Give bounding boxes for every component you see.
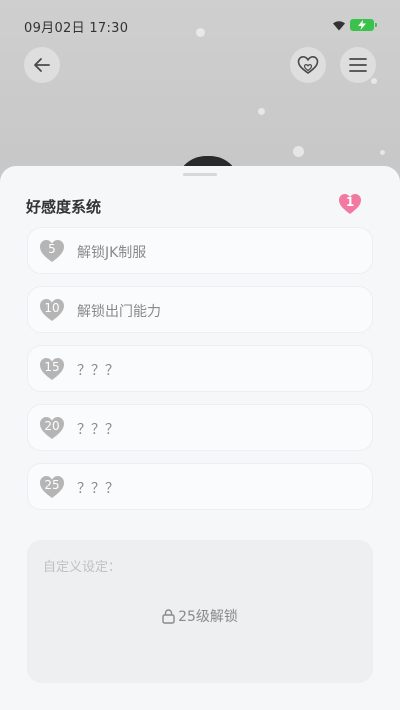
- menu-icon: [349, 58, 367, 72]
- current-level-value: 1: [345, 195, 355, 209]
- unlock-item-level-10[interactable]: 10 解锁出门能力: [27, 286, 373, 333]
- level-number: 20: [44, 419, 60, 433]
- unlock-label: ？？？: [77, 422, 119, 438]
- sparkle: [258, 108, 265, 115]
- level-heart-badge: 5: [39, 239, 65, 263]
- level-number: 25: [44, 478, 60, 492]
- sparkle: [371, 78, 377, 84]
- unlock-item-level-5[interactable]: 5 解锁JK制服: [27, 227, 373, 274]
- sparkle: [293, 146, 304, 157]
- unlock-item-level-25[interactable]: 25 ？？？: [27, 463, 373, 510]
- affinity-title: 好感度系统: [26, 198, 102, 216]
- affinity-sheet: 好感度系统 1 5 解锁JK制服 10 解锁出门能力 15 ？？？ 20 ？？？…: [0, 166, 400, 710]
- wifi-icon: [333, 21, 345, 31]
- lock-text: 25级解锁: [178, 609, 238, 625]
- unlock-label: ？？？: [77, 363, 119, 379]
- unlock-label: ？？？: [77, 481, 119, 497]
- favorite-button[interactable]: [290, 47, 326, 83]
- level-heart-badge: 25: [39, 475, 65, 499]
- back-arrow-icon: [34, 58, 50, 72]
- unlock-item-level-15[interactable]: 15 ？？？: [27, 345, 373, 392]
- level-heart-badge: 15: [39, 357, 65, 381]
- current-level-badge: 1: [338, 193, 362, 215]
- heart-outline-icon: [297, 55, 319, 74]
- level-heart-badge: 20: [39, 416, 65, 440]
- battery-charging-icon: [350, 19, 377, 31]
- status-bar: 09月02日 17:30: [0, 0, 400, 50]
- unlock-label: 解锁出门能力: [77, 304, 161, 320]
- status-time: 09月02日 17:30: [24, 21, 129, 36]
- level-number: 5: [48, 242, 56, 256]
- back-button[interactable]: [24, 47, 60, 83]
- unlock-label: 解锁JK制服: [77, 245, 147, 261]
- custom-settings-label: 自定义设定：: [43, 560, 122, 575]
- locked-notice: 25级解锁: [27, 606, 373, 626]
- level-heart-badge: 10: [39, 298, 65, 322]
- custom-settings-box: 自定义设定： 25级解锁: [27, 540, 373, 683]
- lock-icon: [162, 608, 175, 624]
- drag-handle[interactable]: [183, 173, 217, 176]
- menu-button[interactable]: [340, 47, 376, 83]
- level-number: 15: [44, 360, 60, 374]
- sparkle: [380, 150, 385, 155]
- level-number: 10: [44, 301, 60, 315]
- unlock-item-level-20[interactable]: 20 ？？？: [27, 404, 373, 451]
